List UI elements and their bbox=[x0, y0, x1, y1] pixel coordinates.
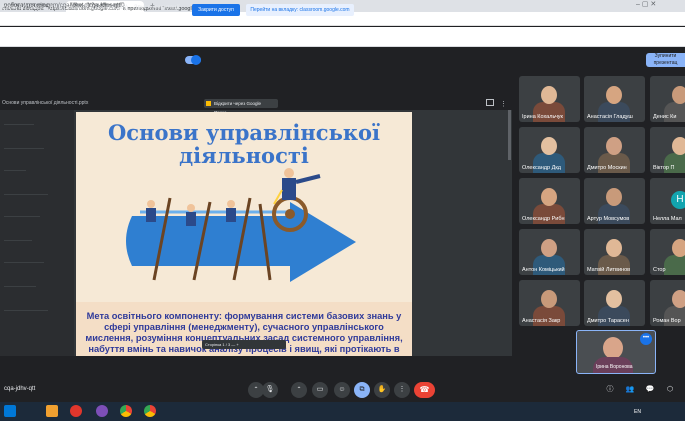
participant-face bbox=[541, 290, 557, 308]
participant-face bbox=[606, 86, 622, 104]
participant-face bbox=[606, 137, 622, 155]
participant-tile[interactable]: Артур Мовсумов bbox=[584, 178, 645, 224]
emoji-icon[interactable]: ☺ bbox=[334, 382, 350, 398]
slide-title-line1: Основи управлінської bbox=[108, 120, 380, 145]
participant-face bbox=[606, 239, 622, 257]
captions-icon[interactable]: ▭ bbox=[312, 382, 328, 398]
participant-tile[interactable]: Стор bbox=[650, 229, 685, 275]
participant-body bbox=[664, 255, 685, 275]
participant-tile[interactable]: Анастасія Закр bbox=[519, 280, 580, 326]
participant-name: Стор bbox=[653, 267, 666, 273]
participant-name: Олександр Рибн bbox=[522, 216, 565, 222]
meet-presenter-bar bbox=[0, 52, 685, 70]
participant-name: Нелла Мал bbox=[653, 216, 682, 222]
end-call-icon[interactable]: ☎ bbox=[414, 382, 435, 398]
slide-title: Основи управлінської діяльності bbox=[76, 121, 412, 167]
stop-presenting-button[interactable]: Зупинити презентац bbox=[646, 53, 685, 67]
avatar: Н bbox=[671, 191, 685, 209]
people-icon[interactable]: 👥 bbox=[622, 382, 638, 398]
print-icon[interactable] bbox=[486, 99, 494, 106]
participant-name: Олександр Дкд bbox=[522, 165, 561, 171]
participant-face bbox=[541, 86, 557, 104]
participant-name: Матвій Литвинов bbox=[587, 267, 631, 273]
stop-sharing-button[interactable]: Закрити доступ bbox=[192, 4, 240, 16]
self-more-options-button[interactable]: ••• bbox=[640, 333, 652, 345]
meeting-code: cqa-jdhv-qtt bbox=[4, 386, 36, 392]
windows-start-icon[interactable] bbox=[4, 405, 16, 417]
present-screen-icon[interactable]: ⧉ bbox=[354, 382, 370, 398]
participant-face bbox=[606, 188, 622, 206]
participant-face bbox=[672, 137, 685, 155]
opera-icon[interactable] bbox=[70, 405, 82, 417]
participant-name: Анастасія Гладуш bbox=[587, 114, 633, 120]
more-options-icon[interactable]: ⋮ bbox=[394, 382, 410, 398]
language-indicator[interactable]: EN bbox=[634, 409, 641, 415]
participant-tile[interactable]: Ірина Кохальчук bbox=[519, 76, 580, 122]
sharing-infobar bbox=[0, 27, 685, 47]
participant-face bbox=[606, 290, 622, 308]
window-controls[interactable]: – ▢ ✕ bbox=[636, 0, 656, 8]
participant-name: Дмитро Тарасен bbox=[587, 318, 629, 324]
participant-face bbox=[541, 137, 557, 155]
participant-tile[interactable]: Роман Вор bbox=[650, 280, 685, 326]
participant-name: Віктор П bbox=[653, 165, 675, 171]
slide-title-line2: діяльності bbox=[179, 143, 309, 168]
activities-icon[interactable]: ⬡ bbox=[662, 382, 678, 398]
info-icon[interactable]: ⓘ bbox=[602, 382, 618, 398]
participant-face bbox=[672, 290, 685, 308]
participant-name: Артур Мовсумов bbox=[587, 216, 630, 222]
thumbnail-sidebar bbox=[0, 110, 74, 356]
page-controls[interactable]: Сторінка 1 / 3 — + bbox=[202, 340, 286, 349]
self-name-label: Ірина Воронова bbox=[596, 364, 633, 370]
presentation-sound-toggle[interactable] bbox=[185, 55, 201, 65]
viewer-scrollbar[interactable] bbox=[508, 110, 511, 160]
chrome-icon-2[interactable] bbox=[144, 405, 156, 417]
microphone-icon[interactable]: 🎙 bbox=[262, 382, 278, 398]
file-title: Основи управлінської діяльності.pptx bbox=[2, 100, 89, 106]
participant-tile[interactable]: Денис Ки bbox=[650, 76, 685, 122]
participant-tile[interactable]: Антон Коміцький bbox=[519, 229, 580, 275]
participant-name: Роман Вор bbox=[653, 318, 681, 324]
participant-tile[interactable]: Матвій Литвинов bbox=[584, 229, 645, 275]
presenter-label: Ірина Воронова (Ви (показуєте презентаці… bbox=[2, 5, 128, 11]
participant-tile[interactable]: Віктор П bbox=[650, 127, 685, 173]
participant-name: Денис Ки bbox=[653, 114, 677, 120]
raise-hand-icon[interactable]: ✋ bbox=[374, 382, 390, 398]
viber-icon[interactable] bbox=[96, 405, 108, 417]
presentation-sound-label: Звук презентації bbox=[134, 5, 180, 11]
chrome-icon[interactable] bbox=[120, 405, 132, 417]
rowing-team-illustration bbox=[126, 168, 356, 282]
participant-name: Ірина Кохальчук bbox=[522, 114, 563, 120]
participant-tile[interactable]: Дмитро Тарасен bbox=[584, 280, 645, 326]
participant-tile[interactable]: Н Нелла Мал bbox=[650, 178, 685, 224]
participant-tile[interactable]: Олександр Рибн bbox=[519, 178, 580, 224]
participant-name: Анастасія Закр bbox=[522, 318, 561, 324]
more-vert-icon[interactable]: ⋮ bbox=[500, 100, 507, 108]
chat-icon[interactable]: 💬 bbox=[642, 382, 658, 398]
participant-face bbox=[672, 86, 685, 104]
participant-name: Дмитро Москин bbox=[587, 165, 627, 171]
participant-tile[interactable]: Анастасія Гладуш bbox=[584, 76, 645, 122]
participant-face bbox=[672, 239, 685, 257]
participant-tile[interactable]: Дмитро Москин bbox=[584, 127, 645, 173]
switch-tab-button[interactable]: Перейти на вкладку: classroom.google.com bbox=[246, 4, 354, 16]
participant-name: Антон Коміцький bbox=[522, 267, 565, 273]
participant-face bbox=[541, 188, 557, 206]
participant-face bbox=[541, 239, 557, 257]
participant-tile[interactable]: Олександр Дкд bbox=[519, 127, 580, 173]
file-explorer-icon[interactable] bbox=[46, 405, 58, 417]
open-with-google-slides-button[interactable]: Відкрити через Google Презе... bbox=[204, 99, 278, 115]
camera-options-chevron-icon[interactable]: ⌃ bbox=[291, 382, 307, 398]
